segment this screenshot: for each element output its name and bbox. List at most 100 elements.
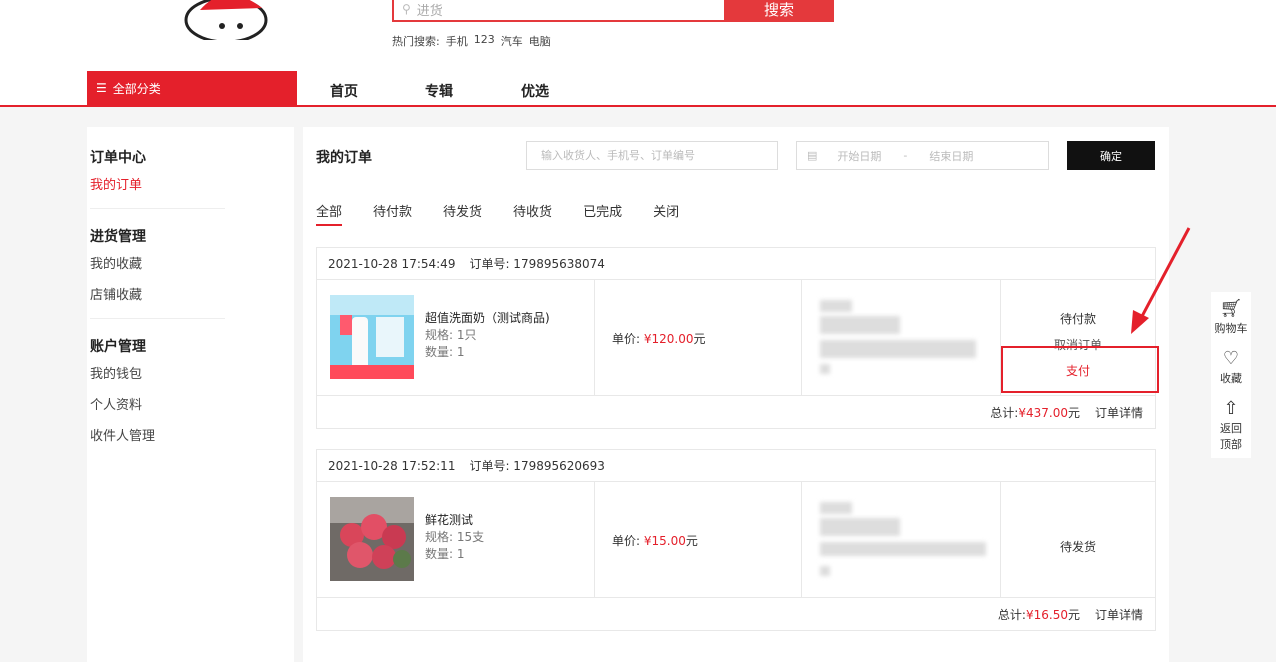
search-placeholder: 进货 — [416, 3, 443, 19]
cart-icon: 🛒︎ — [1219, 298, 1243, 319]
redacted-block — [820, 502, 852, 514]
order-detail-link[interactable]: 订单详情 — [1095, 404, 1143, 421]
all-categories-label: 全部分类 — [112, 81, 161, 96]
redacted-block — [820, 566, 830, 576]
sidebar-item-store-favorites[interactable]: 店铺收藏 — [90, 285, 294, 316]
hot-term[interactable]: 手机 — [446, 33, 468, 49]
total-suffix: 元 — [1067, 405, 1080, 420]
order-detail-link[interactable]: 订单详情 — [1095, 606, 1143, 623]
order-header: 2021-10-28 17:54:49 订单号: 179895638074 — [317, 248, 1155, 280]
price-cell: 单价: ¥120.00元 — [595, 280, 802, 395]
tab-all[interactable]: 全部 — [316, 201, 343, 227]
all-categories-button[interactable]: ☰ 全部分类 — [87, 71, 297, 105]
date-start[interactable]: 开始日期 — [837, 148, 881, 164]
date-separator: - — [903, 149, 908, 162]
sidebar-group-title: 进货管理 — [90, 229, 146, 245]
sidebar-group-account: 账户管理 我的钱包 个人资料 收件人管理 — [90, 336, 294, 457]
back-to-top-button[interactable]: ⇧ 返回 顶部 — [1211, 392, 1251, 458]
status-cell: 待发货 — [1001, 482, 1155, 597]
annotation-arrow — [1131, 227, 1191, 334]
product-image[interactable] — [330, 497, 414, 581]
unit-price: 单价: ¥15.00元 — [612, 532, 698, 549]
product-info: 超值洗面奶（测试商品) 规格: 1只 数量: 1 — [425, 310, 550, 361]
product-info: 鲜花测试 规格: 15支 数量: 1 — [425, 512, 484, 563]
unit-price-label: 单价: — [612, 332, 641, 346]
calendar-icon: ▤ — [807, 149, 818, 162]
hot-label: 热门搜索: — [392, 35, 440, 48]
sidebar-divider — [90, 208, 225, 209]
sidebar-item-profile[interactable]: 个人资料 — [90, 395, 294, 426]
order-footer: 总计: ¥437.00元 订单详情 — [317, 396, 1155, 428]
redacted-block — [820, 300, 852, 312]
unit-price-suffix: 元 — [685, 534, 698, 548]
order-search-input[interactable]: 输入收货人、手机号、订单编号 — [526, 141, 778, 170]
date-end[interactable]: 结束日期 — [929, 148, 973, 164]
order-time: 2021-10-28 17:52:11 — [328, 458, 456, 473]
price-cell: 单价: ¥15.00元 — [595, 482, 802, 597]
product-spec: 规格: 15支 — [425, 530, 485, 544]
header: ⚲ 进货 搜索 热门搜索: 手机 123 汽车 电脑 ☰ 全部分类 首页 专辑 … — [0, 0, 1276, 107]
side-toolbar: 🛒︎ 购物车 ♡ 收藏 ⇧ 返回 顶部 — [1211, 292, 1251, 458]
order-time: 2021-10-28 17:54:49 — [328, 256, 456, 271]
search-button[interactable]: 搜索 — [724, 0, 834, 22]
heart-icon: ♡ — [1222, 348, 1240, 369]
back-to-top-icon: ⇧ — [1223, 398, 1239, 419]
favorites-button[interactable]: ♡ 收藏 — [1211, 342, 1251, 392]
pay-highlight-box — [1001, 346, 1159, 393]
sidebar-divider — [90, 318, 225, 319]
cart-label: 购物车 — [1214, 322, 1248, 335]
product-name[interactable]: 鲜花测试 — [425, 512, 484, 529]
order-tabs: 全部 待付款 待发货 待收货 已完成 关闭 — [316, 201, 710, 227]
back-to-top-label: 返回 — [1220, 422, 1242, 435]
search-input[interactable]: ⚲ 进货 — [392, 0, 724, 22]
unit-price-value: ¥15.00 — [643, 534, 686, 548]
order-row: 超值洗面奶（测试商品) 规格: 1只 数量: 1 单价: ¥120.00元 待付… — [317, 280, 1159, 396]
tab-pending-receipt[interactable]: 待收货 — [513, 201, 552, 227]
date-range-picker[interactable]: ▤ 开始日期 - 结束日期 — [796, 141, 1049, 170]
order-status: 待发货 — [1059, 540, 1096, 554]
sidebar-item-wallet[interactable]: 我的钱包 — [90, 364, 294, 395]
redacted-block — [820, 518, 900, 536]
tab-closed[interactable]: 关闭 — [653, 201, 679, 227]
sidebar: 订单中心 我的订单 进货管理 我的收藏 店铺收藏 账户管理 我的钱包 个人资料 … — [87, 127, 294, 662]
hot-searches: 热门搜索: 手机 123 汽车 电脑 — [392, 33, 551, 49]
menu-icon: ☰ — [96, 81, 107, 95]
product-quantity: 数量: 1 — [425, 547, 465, 561]
logo[interactable] — [170, 0, 280, 40]
nav-divider — [0, 105, 1276, 107]
product-spec: 规格: 1只 — [425, 328, 477, 342]
redacted-block — [820, 316, 900, 334]
sidebar-group-title: 账户管理 — [90, 339, 146, 355]
total-amount: ¥437.00 — [1018, 405, 1068, 420]
nav-home[interactable]: 首页 — [330, 81, 358, 101]
order-row: 鲜花测试 规格: 15支 数量: 1 单价: ¥15.00元 待发货 — [317, 482, 1155, 598]
sidebar-item-my-orders[interactable]: 我的订单 — [90, 175, 294, 206]
sidebar-item-my-favorites[interactable]: 我的收藏 — [90, 254, 294, 285]
product-name[interactable]: 超值洗面奶（测试商品) — [425, 310, 550, 327]
sidebar-item-recipients[interactable]: 收件人管理 — [90, 426, 294, 457]
product-cell: 鲜花测试 规格: 15支 数量: 1 — [317, 482, 595, 597]
hot-term[interactable]: 123 — [474, 33, 495, 49]
tab-pending-payment[interactable]: 待付款 — [373, 201, 412, 227]
product-image[interactable] — [330, 295, 414, 379]
page-title: 我的订单 — [316, 150, 372, 166]
redacted-block — [820, 340, 976, 358]
tab-completed[interactable]: 已完成 — [583, 201, 622, 227]
total-value: ¥16.50元 — [1026, 606, 1080, 623]
sidebar-group-order-center: 订单中心 我的订单 — [90, 147, 294, 209]
tab-pending-shipment[interactable]: 待发货 — [443, 201, 482, 227]
order-card: 2021-10-28 17:54:49 订单号: 179895638074 超值… — [316, 247, 1159, 429]
hot-term[interactable]: 电脑 — [529, 33, 551, 49]
confirm-button[interactable]: 确定 — [1067, 141, 1155, 170]
total-value: ¥437.00元 — [1018, 404, 1080, 421]
total-label: 总计: — [990, 405, 1019, 420]
nav-albums[interactable]: 专辑 — [425, 81, 453, 101]
favorites-label: 收藏 — [1220, 372, 1242, 385]
unit-price-value: ¥120.00 — [643, 332, 694, 346]
cart-button[interactable]: 🛒︎ 购物车 — [1211, 292, 1251, 342]
hot-term[interactable]: 汽车 — [501, 33, 523, 49]
total-suffix: 元 — [1067, 607, 1080, 622]
nav-featured[interactable]: 优选 — [521, 81, 549, 101]
orders-panel: 我的订单 输入收货人、手机号、订单编号 ▤ 开始日期 - 结束日期 确定 全部 … — [303, 127, 1169, 662]
order-number: 订单号: 179895638074 — [469, 257, 605, 271]
